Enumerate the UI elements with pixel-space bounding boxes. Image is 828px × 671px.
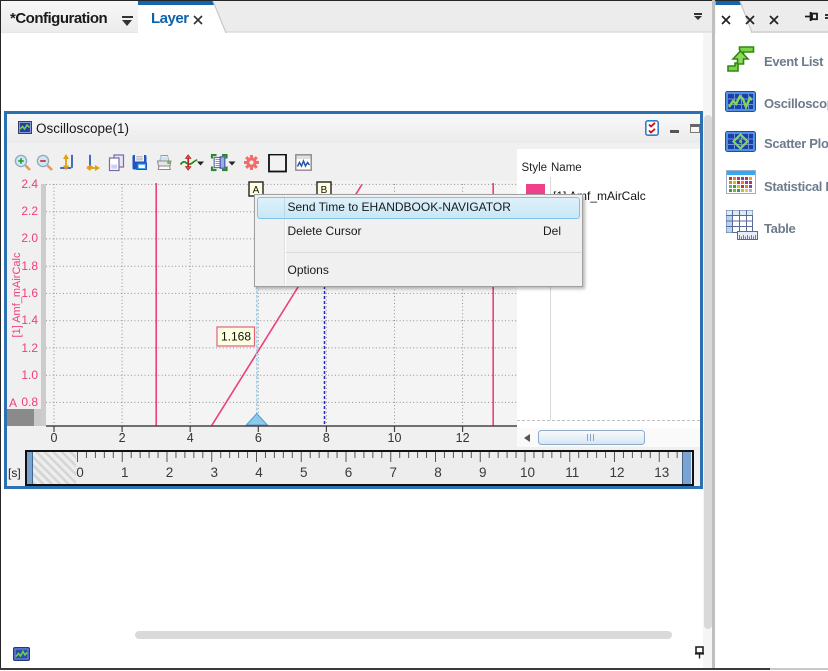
svg-text:12: 12 <box>609 465 624 480</box>
svg-text:5: 5 <box>299 465 307 480</box>
svg-text:2: 2 <box>165 465 173 480</box>
svg-text:6: 6 <box>344 465 352 480</box>
svg-text:10: 10 <box>519 465 534 480</box>
svg-text:1.168: 1.168 <box>221 330 251 344</box>
svg-text:13: 13 <box>654 465 669 480</box>
svg-text:11: 11 <box>565 465 579 480</box>
svg-text:3: 3 <box>210 465 218 480</box>
svg-text:1: 1 <box>120 465 128 480</box>
svg-text:0: 0 <box>76 465 84 480</box>
svg-text:7: 7 <box>389 465 397 480</box>
svg-text:8: 8 <box>434 465 442 480</box>
svg-text:4: 4 <box>255 465 263 480</box>
svg-text:9: 9 <box>478 465 486 480</box>
